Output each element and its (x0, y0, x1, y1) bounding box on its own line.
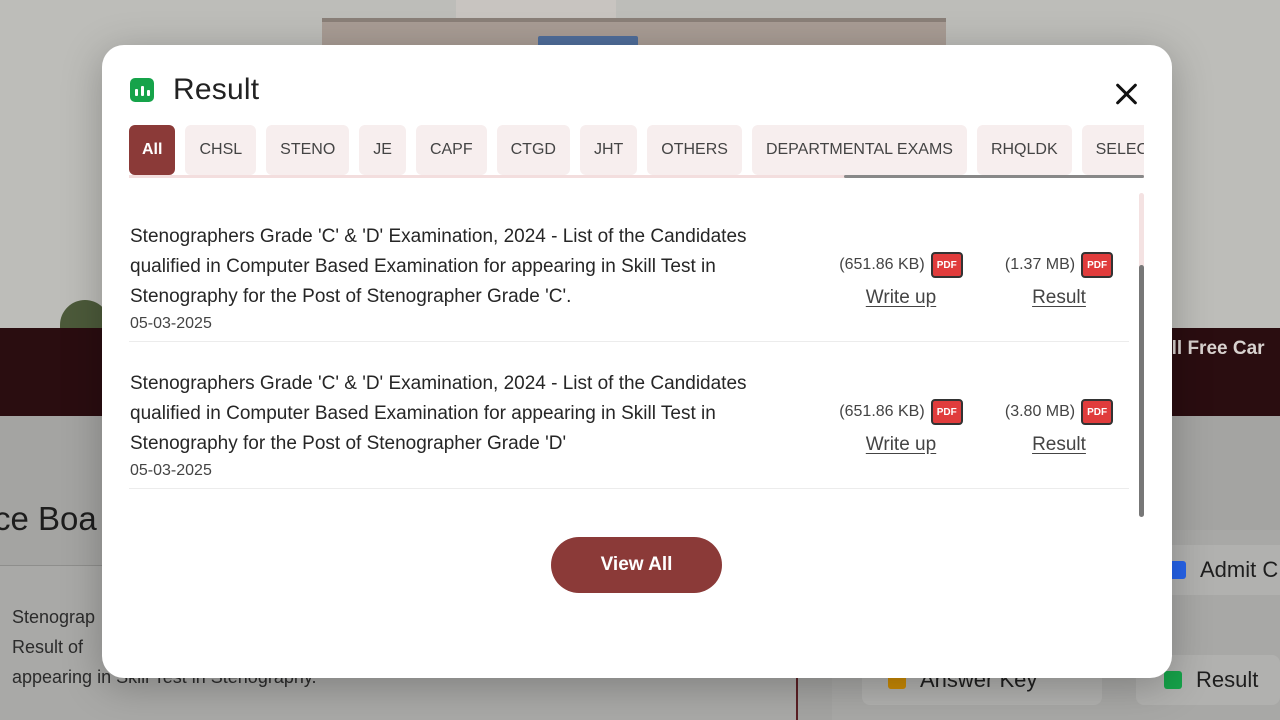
tab-chsl[interactable]: CHSL (185, 125, 257, 175)
item-title: Stenographers Grade 'C' & 'D' Examinatio… (130, 226, 747, 307)
writeup-download: (651.86 KB) PDF Write up (831, 252, 971, 309)
file-size: (651.86 KB) (839, 256, 925, 273)
result-link[interactable]: Result (989, 287, 1129, 309)
result-link[interactable]: Result (989, 434, 1129, 456)
tab-jht[interactable]: JHT (579, 125, 638, 175)
background-toll-free-text: oll Free Car (1160, 338, 1265, 359)
result-download: (3.80 MB) PDF Result (989, 399, 1129, 456)
tab-je[interactable]: JE (359, 125, 406, 175)
tab-steno[interactable]: STENO (266, 125, 350, 175)
tab-departmental-exams[interactable]: DEPARTMENTAL EXAMS (751, 125, 967, 175)
bar-chart-icon (130, 78, 154, 102)
pdf-icon[interactable]: PDF (930, 399, 963, 425)
writeup-download: (651.86 KB) PDF Write up (831, 399, 971, 456)
tab-selection[interactable]: SELEC (1081, 125, 1144, 175)
tab-all[interactable]: All (129, 125, 176, 175)
result-tile-label: Result (1196, 667, 1259, 692)
item-date: 05-03-2025 (130, 462, 212, 479)
result-tile-icon (1164, 671, 1182, 689)
writeup-link[interactable]: Write up (831, 287, 971, 309)
list-item: Stenographers Grade 'C' & 'D' Examinatio… (129, 342, 1129, 489)
modal-title: Result (173, 73, 260, 106)
modal-header: Result (130, 73, 259, 107)
pdf-icon[interactable]: PDF (930, 252, 963, 278)
tab-rhqldk[interactable]: RHQLDK (976, 125, 1072, 175)
close-icon[interactable] (1112, 79, 1142, 109)
file-size: (651.86 KB) (839, 403, 925, 420)
category-tabs: All CHSL STENO JE CAPF CTGD JHT OTHERS D… (129, 125, 1144, 179)
list-item: Stenographers Grade 'C' & 'D' Examinatio… (129, 195, 1129, 342)
tab-capf[interactable]: CAPF (415, 125, 487, 175)
item-title: Stenographers Grade 'C' & 'D' Examinatio… (130, 373, 747, 454)
writeup-link[interactable]: Write up (831, 434, 971, 456)
pdf-icon[interactable]: PDF (1081, 252, 1114, 278)
background-notice-board-heading: ce Boa (0, 500, 97, 537)
tabs-scrollbar-thumb[interactable] (844, 175, 1144, 178)
list-scrollbar-thumb[interactable] (1139, 265, 1144, 517)
result-download: (1.37 MB) PDF Result (989, 252, 1129, 309)
file-size: (3.80 MB) (1004, 403, 1076, 420)
view-all-button[interactable]: View All (551, 537, 722, 593)
result-modal: Result All CHSL STENO JE CAPF CTGD JHT O… (102, 45, 1172, 678)
item-date: 05-03-2025 (130, 315, 212, 332)
admit-card-label: Admit C (1200, 557, 1279, 582)
file-size: (1.37 MB) (1004, 256, 1076, 273)
result-list: Stenographers Grade 'C' & 'D' Examinatio… (129, 195, 1129, 489)
tab-ctgd[interactable]: CTGD (496, 125, 570, 175)
pdf-icon[interactable]: PDF (1081, 399, 1114, 425)
tab-others[interactable]: OTHERS (647, 125, 742, 175)
